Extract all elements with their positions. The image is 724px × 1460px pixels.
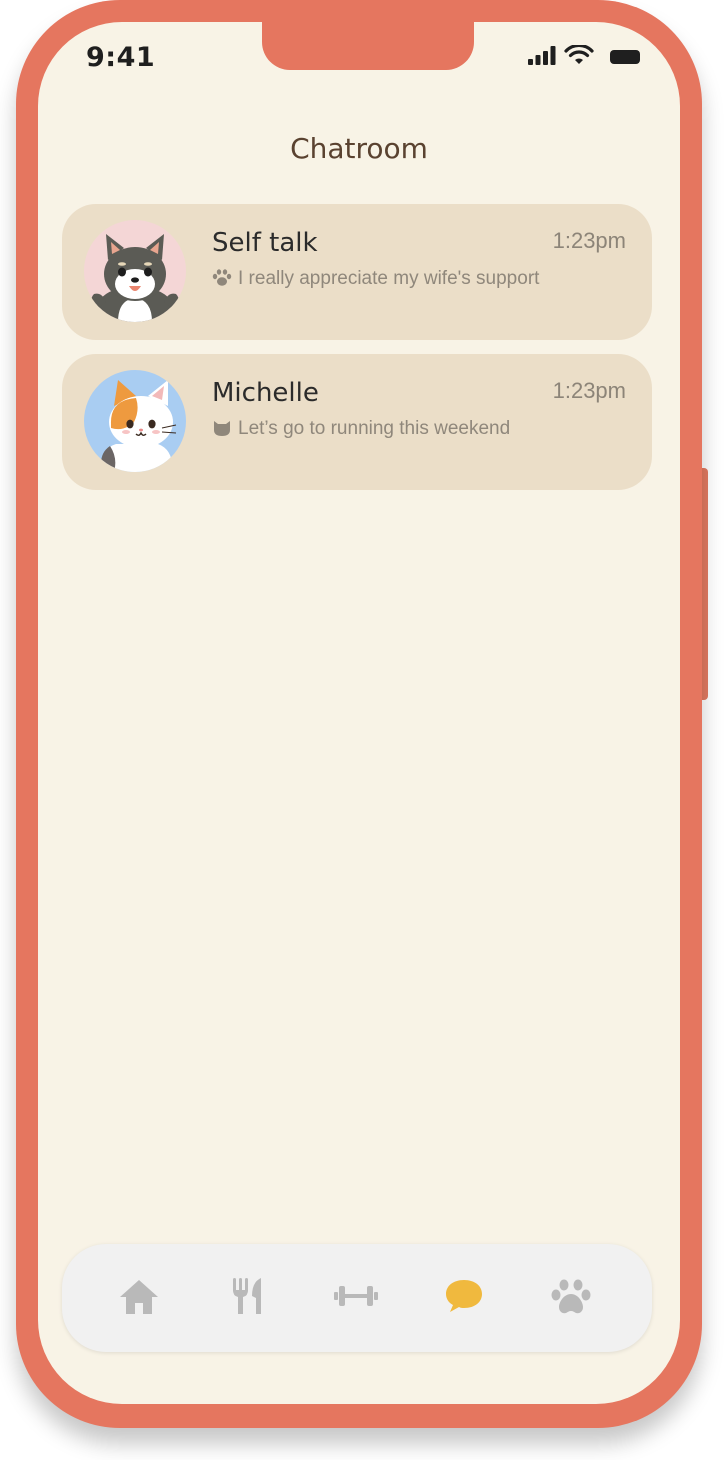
phone-screen: 9:41 Chatroom Self talk 1:23pm I really … — [38, 22, 680, 1404]
status-time: 9:41 — [86, 42, 156, 73]
signal-icon — [528, 46, 556, 65]
tab-pets[interactable] — [550, 1278, 594, 1318]
chat-preview-text: Let’s go to running this weekend — [238, 418, 511, 439]
tab-fitness[interactable] — [332, 1282, 382, 1322]
chat-time: 1:23pm — [552, 378, 626, 403]
cat-head-icon — [214, 421, 230, 436]
chat-time: 1:23pm — [552, 228, 626, 253]
paw-icon — [212, 269, 232, 286]
home-icon — [120, 1280, 158, 1314]
chat-preview: Let’s go to running this weekend — [212, 418, 510, 440]
phone-mockup: 9:41 Chatroom Self talk 1:23pm I really … — [0, 0, 724, 1460]
chat-list-item-michelle[interactable]: Michelle 1:23pm Let’s go to running this… — [62, 354, 652, 490]
chat-bubble-icon — [446, 1280, 482, 1312]
paw-icon — [551, 1279, 591, 1314]
fork-knife-icon — [233, 1278, 261, 1314]
chat-list-item-self-talk[interactable]: Self talk 1:23pm I really appreciate my … — [62, 204, 652, 340]
phone-frame: 9:41 Chatroom Self talk 1:23pm I really … — [16, 0, 702, 1428]
page-title: Chatroom — [290, 132, 428, 165]
chat-preview-text: I really appreciate my wife's support — [238, 268, 540, 289]
battery-icon — [610, 50, 640, 64]
chat-name: Self talk — [212, 228, 318, 258]
tab-chat[interactable] — [444, 1278, 488, 1318]
chat-name: Michelle — [212, 378, 319, 408]
chat-preview: I really appreciate my wife's support — [212, 268, 539, 290]
notch — [262, 22, 474, 70]
wifi-icon — [564, 45, 594, 64]
tab-home[interactable] — [118, 1278, 162, 1318]
shiba-dog-avatar — [84, 220, 186, 322]
status-icons — [528, 45, 648, 70]
dumbbell-icon — [334, 1286, 378, 1306]
calico-cat-avatar — [84, 370, 186, 472]
tab-food[interactable] — [230, 1276, 274, 1316]
bottom-tab-bar — [62, 1244, 652, 1352]
